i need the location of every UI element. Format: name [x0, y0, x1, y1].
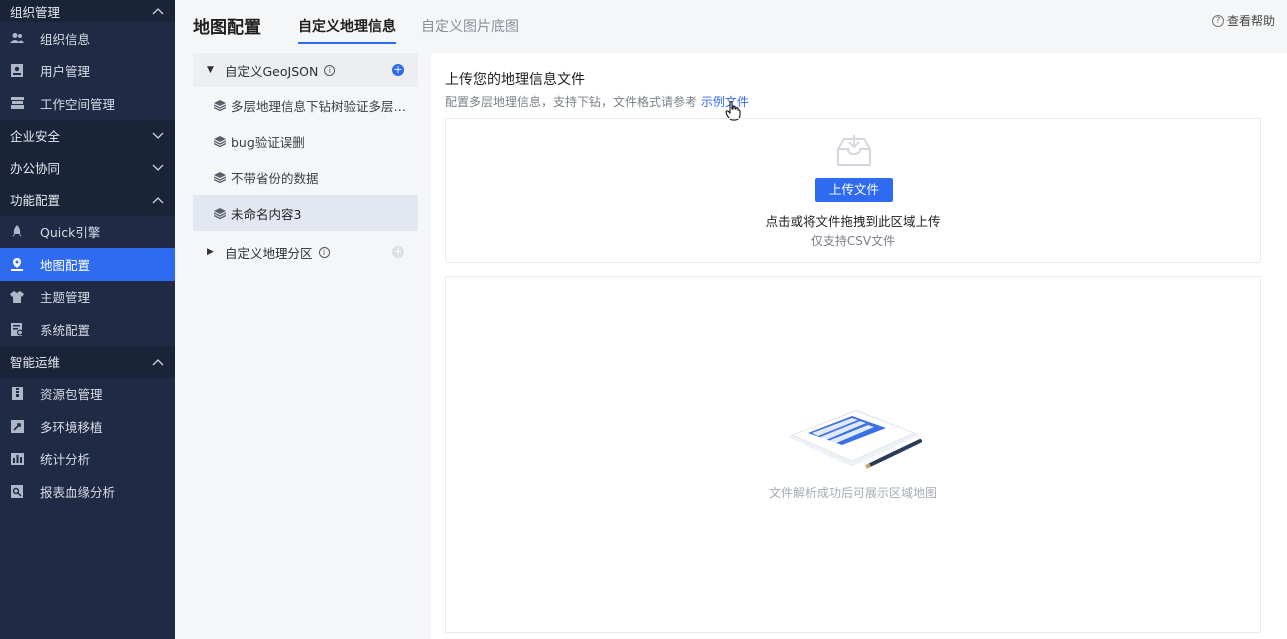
preview-hint: 文件解析成功后可展示区域地图 [768, 486, 937, 500]
report-lineage-icon [10, 484, 24, 498]
help-label: 查看帮助 [1226, 14, 1275, 28]
add-geojson-button[interactable]: + [392, 64, 404, 76]
sidebar-item-resource-pkg[interactable]: 资源包管理 [0, 378, 175, 411]
sidebar-group-title: 企业安全 [10, 129, 61, 144]
sidebar-item-quick-engine[interactable]: Quick引擎 [0, 216, 175, 249]
sidebar-group-title: 功能配置 [10, 193, 61, 208]
sidebar-group-title: 组织管理 [10, 4, 61, 20]
sidebar-item-label: 报表血缘分析 [40, 484, 116, 500]
caret-right-icon[interactable]: ▶ [207, 247, 217, 257]
tree-item-label: 多层地理信息下钻树验证多层… [231, 98, 407, 114]
sidebar-group-collab[interactable]: 办公协同 [0, 151, 175, 184]
upload-dropzone[interactable]: 上传文件 点击或将文件拖拽到此区域上传 仅支持CSV文件 [445, 118, 1261, 263]
help-link[interactable]: ? 查看帮助 [1211, 12, 1275, 29]
dropzone-hint: 点击或将文件拖拽到此区域上传 [765, 214, 941, 229]
tab-custom-image-basemap[interactable]: 自定义图片底图 [421, 16, 519, 42]
sidebar-item-label: Quick引擎 [40, 225, 101, 241]
layers-icon [214, 135, 226, 147]
tree-group-geojson[interactable]: ▼ 自定义GeoJSON i + [193, 53, 418, 87]
layers-icon [214, 171, 226, 183]
sidebar-group-title: 智能运维 [10, 355, 61, 370]
tree-item-selected[interactable]: 未命名内容3 [193, 195, 418, 231]
upload-desc-text: 配置多层地理信息，支持下钻，文件格式请参考 [445, 95, 698, 109]
info-icon[interactable]: i [324, 64, 336, 76]
sidebar-item-label: 系统配置 [40, 322, 91, 338]
tree-item-label: 未命名内容3 [231, 206, 302, 222]
chevron-up-icon [151, 4, 165, 18]
chevron-up-icon [151, 193, 165, 207]
package-icon [10, 387, 24, 401]
chevron-down-icon [151, 129, 165, 143]
sidebar-group-ops[interactable]: 智能运维 [0, 345, 175, 378]
tree-item-label: bug验证误删 [231, 134, 305, 150]
tree-item[interactable]: 不带省份的数据 [193, 159, 418, 195]
document-illustration [788, 409, 922, 469]
tree-group-label: 自定义GeoJSON [225, 63, 319, 79]
sidebar-item-org-info[interactable]: 组织信息 [0, 22, 175, 55]
page-title: 地图配置 [193, 18, 261, 38]
sidebar-group-title: 办公协同 [10, 161, 61, 176]
sidebar-item-stats[interactable]: 统计分析 [0, 443, 175, 476]
sidebar-item-label: 地图配置 [40, 257, 91, 273]
tree-item-label: 不带省份的数据 [231, 170, 319, 186]
sidebar-group-org[interactable]: 组织管理 [0, 0, 175, 22]
map-preview-area: 文件解析成功后可展示区域地图 [445, 276, 1261, 633]
upload-file-button[interactable]: 上传文件 [815, 178, 893, 202]
tree-item[interactable]: bug验证误删 [193, 123, 418, 159]
sidebar-item-theme[interactable]: 主题管理 [0, 281, 175, 314]
sidebar-item-label: 组织信息 [40, 31, 91, 47]
layers-icon [214, 99, 226, 111]
inbox-upload-icon [837, 135, 871, 166]
sidebar-group-features[interactable]: 功能配置 [0, 183, 175, 216]
sidebar-item-label: 用户管理 [40, 64, 91, 80]
upload-title: 上传您的地理信息文件 [445, 72, 585, 88]
shirt-icon [10, 290, 24, 304]
question-icon: ? [1211, 14, 1224, 27]
sidebar-item-map-config[interactable]: 地图配置 [0, 248, 175, 281]
sidebar-item-user-mgmt[interactable]: 用户管理 [0, 55, 175, 88]
chevron-down-icon [151, 161, 165, 175]
layers-icon [214, 207, 226, 219]
sidebar-item-label: 多环境移植 [40, 419, 103, 435]
sidebar-group-security[interactable]: 企业安全 [0, 119, 175, 152]
page-header: 地图配置 自定义地理信息 自定义图片底图 ? 查看帮助 [175, 0, 1287, 50]
chevron-up-icon [151, 355, 165, 369]
sidebar-item-workspace[interactable]: 工作空间管理 [0, 87, 175, 120]
tab-custom-geo[interactable]: 自定义地理信息 [298, 16, 396, 44]
caret-down-icon[interactable]: ▼ [207, 65, 217, 75]
add-geo-zone-button[interactable]: + [392, 246, 404, 258]
sidebar-item-label: 资源包管理 [40, 387, 103, 403]
sidebar-item-migrate[interactable]: 多环境移植 [0, 410, 175, 443]
workspace-icon [10, 96, 24, 110]
sidebar: 组织管理 组织信息 用户管理 工作空间管理 企业安全 办公协同 功能配置 Qui… [0, 0, 175, 639]
map-pin-icon [10, 257, 24, 271]
main-panel: 上传您的地理信息文件 配置多层地理信息，支持下钻，文件格式请参考 示例文件 上传… [431, 53, 1287, 639]
tree-item[interactable]: 多层地理信息下钻树验证多层… [193, 87, 418, 123]
rocket-icon [10, 225, 24, 239]
sidebar-item-label: 工作空间管理 [40, 96, 116, 112]
geo-tree-panel: ▼ 自定义GeoJSON i + 多层地理信息下钻树验证多层… bug验证误删 … [193, 53, 418, 639]
user-card-icon [10, 64, 24, 78]
tree-group-label: 自定义地理分区 [225, 245, 313, 261]
users-icon [10, 31, 24, 45]
settings-doc-icon [10, 322, 24, 336]
dropzone-subhint: 仅支持CSV文件 [810, 234, 896, 248]
migrate-icon [10, 419, 24, 433]
sidebar-item-system-config[interactable]: 系统配置 [0, 313, 175, 346]
info-icon[interactable]: i [318, 246, 330, 258]
sidebar-item-label: 主题管理 [40, 290, 91, 306]
upload-description: 配置多层地理信息，支持下钻，文件格式请参考 示例文件 [445, 93, 749, 110]
tree-group-geo-zone[interactable]: ▶ 自定义地理分区 i + [193, 235, 418, 269]
sidebar-item-label: 统计分析 [40, 452, 91, 468]
sidebar-item-report-lineage[interactable]: 报表血缘分析 [0, 475, 175, 508]
bar-chart-icon [10, 452, 24, 466]
